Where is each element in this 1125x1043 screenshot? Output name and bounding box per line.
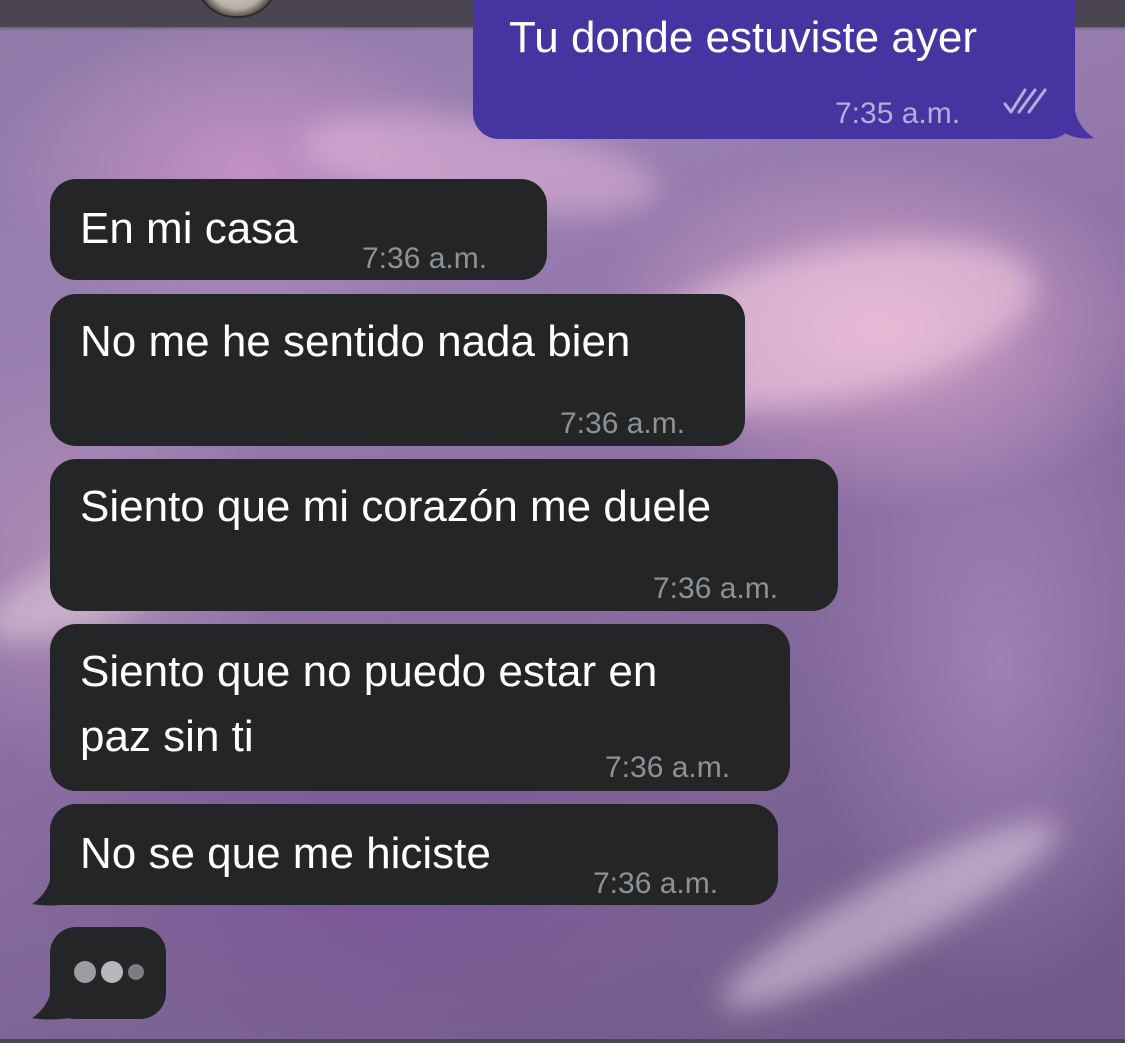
- double-check-icon: [1003, 88, 1047, 114]
- incoming-message[interactable]: No se que me hiciste 7:36 a.m.: [50, 804, 778, 905]
- message-time: 7:36 a.m.: [653, 572, 779, 605]
- message-text: Siento que mi corazón me duele: [80, 482, 712, 531]
- typing-dot: [128, 964, 144, 980]
- incoming-message[interactable]: En mi casa 7:36 a.m.: [50, 179, 547, 280]
- message-text: En mi casa: [80, 204, 298, 253]
- incoming-message[interactable]: Siento que no puedo estar en paz sin ti …: [50, 624, 790, 791]
- typing-dot: [101, 961, 123, 983]
- contact-avatar[interactable]: [195, 0, 279, 18]
- message-time: 7:36 a.m.: [593, 867, 719, 900]
- message-time: 7:36 a.m.: [605, 751, 731, 784]
- incoming-bubble-tail: [32, 866, 70, 906]
- message-time: 7:36 a.m.: [560, 407, 686, 440]
- message-text: Siento que no puedo estar en: [80, 647, 658, 696]
- composer-edge: [0, 1039, 1125, 1043]
- message-time: 7:36 a.m.: [362, 242, 488, 275]
- message-text: No se que me hiciste: [80, 829, 491, 878]
- incoming-message[interactable]: No me he sentido nada bien 7:36 a.m.: [50, 294, 745, 446]
- typing-bubble-tail: [32, 980, 70, 1020]
- outgoing-message[interactable]: Tu donde estuviste ayer 7:35 a.m.: [473, 0, 1075, 139]
- typing-dot: [74, 961, 96, 983]
- message-time: 7:35 a.m.: [835, 97, 961, 130]
- message-text: No me he sentido nada bien: [80, 317, 631, 366]
- message-text: Tu donde estuviste ayer: [509, 13, 977, 62]
- outgoing-bubble-tail: [1060, 100, 1094, 139]
- incoming-message[interactable]: Siento que mi corazón me duele 7:36 a.m.: [50, 459, 838, 611]
- message-text: paz sin ti: [80, 712, 254, 761]
